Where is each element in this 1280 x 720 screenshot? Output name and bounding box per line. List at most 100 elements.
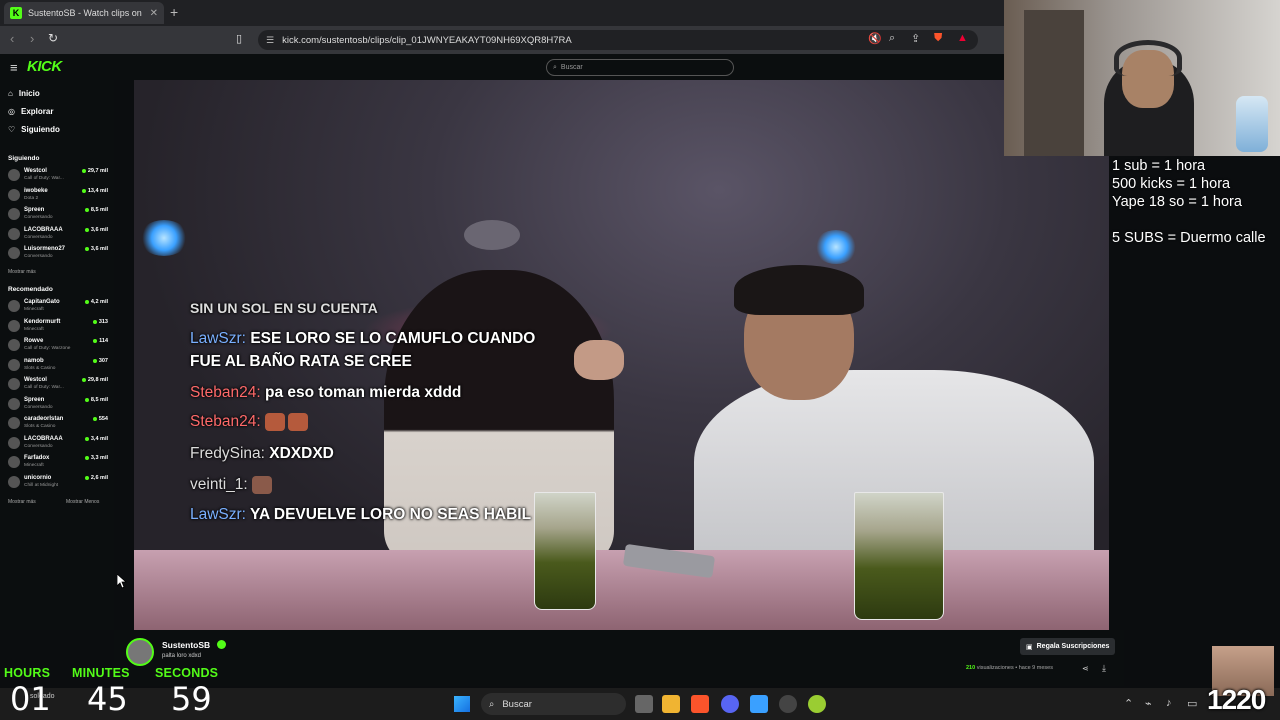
file-explorer-icon[interactable] (662, 695, 680, 713)
forward-icon[interactable]: › (30, 31, 34, 46)
viewer-count: 3,6 mil (85, 227, 108, 233)
emote-icon (288, 413, 308, 431)
channel-item[interactable]: Westcol Call of Duty: War... 29,8 mil (8, 376, 108, 394)
ceiling-speaker (464, 220, 520, 250)
rule-line: 1 sub = 1 hora (1112, 158, 1206, 174)
channel-item[interactable]: namob Slots & Casino 307 (8, 357, 108, 375)
viewer-count: 307 (93, 358, 108, 364)
clip-info-bar (114, 630, 1124, 686)
channel-category: Call of Duty: War... (24, 385, 64, 390)
man-hair (734, 265, 864, 315)
sidebar-item-siguiendo[interactable]: ♡ Siguiendo (8, 125, 60, 134)
app-icon[interactable] (808, 695, 826, 713)
show-less-recommended[interactable]: Mostrar Menos (66, 499, 99, 505)
sidebar-item-inicio[interactable]: ⌂ Inicio (8, 89, 40, 98)
channel-item[interactable]: Luisormeno27 Conversando 3,6 mil (8, 245, 108, 263)
channel-name[interactable]: SustentoSB (162, 640, 210, 650)
chat-user: LawSzr: (190, 330, 246, 347)
channel-category: Conversando (24, 215, 53, 220)
microphone-icon[interactable]: ♪ (1166, 697, 1172, 709)
channel-avatar[interactable] (126, 638, 154, 666)
water-bottle (1236, 96, 1268, 152)
chat-text: YA DEVUELVE LORO NO SEAS HABIL (250, 506, 532, 523)
show-more-recommended[interactable]: Mostrar más (8, 499, 36, 505)
nav-label: Explorar (20, 107, 54, 116)
channel-category: Call of Duty: War... (24, 176, 64, 181)
brave-rewards-icon[interactable]: ▲ (957, 32, 968, 44)
browser-tab[interactable]: K SustentoSB - Watch clips on ✕ (4, 2, 164, 24)
close-tab-icon[interactable]: ✕ (150, 8, 158, 19)
heart-icon: ♡ (8, 125, 16, 134)
headset (1114, 40, 1182, 76)
chat-user: Steban24: (190, 413, 261, 431)
home-icon: ⌂ (8, 89, 13, 98)
viewer-count: 3,3 mil (85, 455, 108, 461)
channel-item[interactable]: LACOBRAAA Conversando 3,4 mil (8, 435, 108, 453)
channel-item[interactable]: Rowve Call of Duty: Warzone 114 (8, 337, 108, 355)
discord-icon[interactable] (721, 695, 739, 713)
viewer-count: 554 (93, 416, 108, 422)
channel-avatar (8, 397, 20, 410)
notepad-icon[interactable] (750, 695, 768, 713)
brave-browser-icon[interactable] (691, 695, 709, 713)
channel-item[interactable]: Farfadox Minecraft 3,3 mil (8, 454, 108, 472)
zoom-icon[interactable]: ⌕ (889, 32, 895, 45)
download-icon[interactable]: ⤓ (1102, 663, 1106, 674)
channel-name: namob (24, 357, 44, 364)
viewer-count: 13,4 mil (82, 188, 108, 194)
obs-icon[interactable] (779, 695, 797, 713)
channel-category: Slots & Casino (24, 365, 56, 371)
channel-category: Conversando (24, 443, 53, 449)
rule-line: 500 kicks = 1 hora (1112, 176, 1231, 192)
show-more-following[interactable]: Mostrar más (8, 269, 36, 275)
menu-icon[interactable]: ≡ (10, 60, 18, 75)
clip-title: palta loro xdxd (162, 653, 202, 659)
taskbar-search[interactable]: ⌕ Buscar (481, 693, 626, 715)
channel-category: Minecraft (24, 463, 44, 468)
channel-item[interactable]: Spreen Conversando 8,5 mil (8, 206, 108, 224)
tray-chevron-icon[interactable]: ⌃ (1124, 697, 1133, 710)
network-icon[interactable]: ⌁ (1145, 697, 1152, 710)
gift-label: Regala Suscripciones (1036, 643, 1110, 650)
share-icon[interactable]: ⇪ (911, 32, 920, 45)
mute-tab-icon[interactable]: 🔇 (868, 32, 882, 45)
gift-subs-button[interactable]: ▣ Regala Suscripciones (1020, 638, 1116, 655)
channel-item[interactable]: caradeorlstan Slots & Casino 554 (8, 415, 108, 433)
compass-icon: ◎ (8, 107, 15, 116)
search-input[interactable]: ⌕ Buscar (546, 59, 734, 76)
channel-item[interactable]: iwobeke Dota 2 13,4 mil (8, 187, 108, 205)
streamer-webcam (1004, 0, 1280, 156)
sub-counter: 1220 (1207, 684, 1266, 715)
bookmark-icon[interactable]: ▯ (236, 32, 242, 45)
task-view-icon[interactable] (635, 695, 653, 713)
chat-user: FredySina: (190, 445, 265, 462)
chat-user: veinti_1: (190, 476, 248, 494)
clip-age: • hace 9 meses (1015, 665, 1053, 671)
kick-logo[interactable]: KICK (27, 58, 62, 75)
channel-name: Westcol (24, 168, 47, 174)
taskbar-search-label: Buscar (502, 698, 532, 710)
channel-item[interactable]: LACOBRAAA Conversando 3,6 mil (8, 226, 108, 244)
back-icon[interactable]: ‹ (10, 31, 14, 46)
channel-item[interactable]: Kendormurft Minecraft 313 (8, 318, 108, 336)
brave-shield-icon[interactable]: ⛊ (934, 32, 942, 45)
share-icon[interactable]: ⋖ (1082, 664, 1089, 673)
reload-icon[interactable]: ↻ (48, 31, 58, 45)
display-icon[interactable]: ▭ (1187, 697, 1197, 710)
viewer-count: 2,6 mil (85, 475, 108, 481)
channel-item[interactable]: unicornio Chill at Midnight 2,6 mil (8, 474, 108, 492)
channel-avatar (8, 378, 20, 390)
channel-name: unicornio (24, 474, 52, 481)
search-icon: ⌕ (489, 698, 495, 710)
channel-avatar (8, 208, 20, 220)
sidebar-item-explorar[interactable]: ◎ Explorar (8, 107, 53, 116)
channel-item[interactable]: CapitanGato Minecraft 4,2 mil (8, 298, 108, 316)
hours-value: 01 (10, 680, 51, 718)
windows-start-icon[interactable] (454, 696, 470, 712)
url-text: kick.com/sustentosb/clips/clip_01JWNYEAK… (282, 34, 572, 46)
new-tab-button[interactable]: + (170, 4, 178, 20)
channel-category: Call of Duty: Warzone (24, 346, 71, 351)
site-settings-icon[interactable]: ☰ (266, 35, 274, 46)
channel-item[interactable]: Westcol Call of Duty: War... 29,7 mil (8, 167, 108, 185)
channel-item[interactable]: Spreen Conversando 8,5 mil (8, 396, 108, 414)
